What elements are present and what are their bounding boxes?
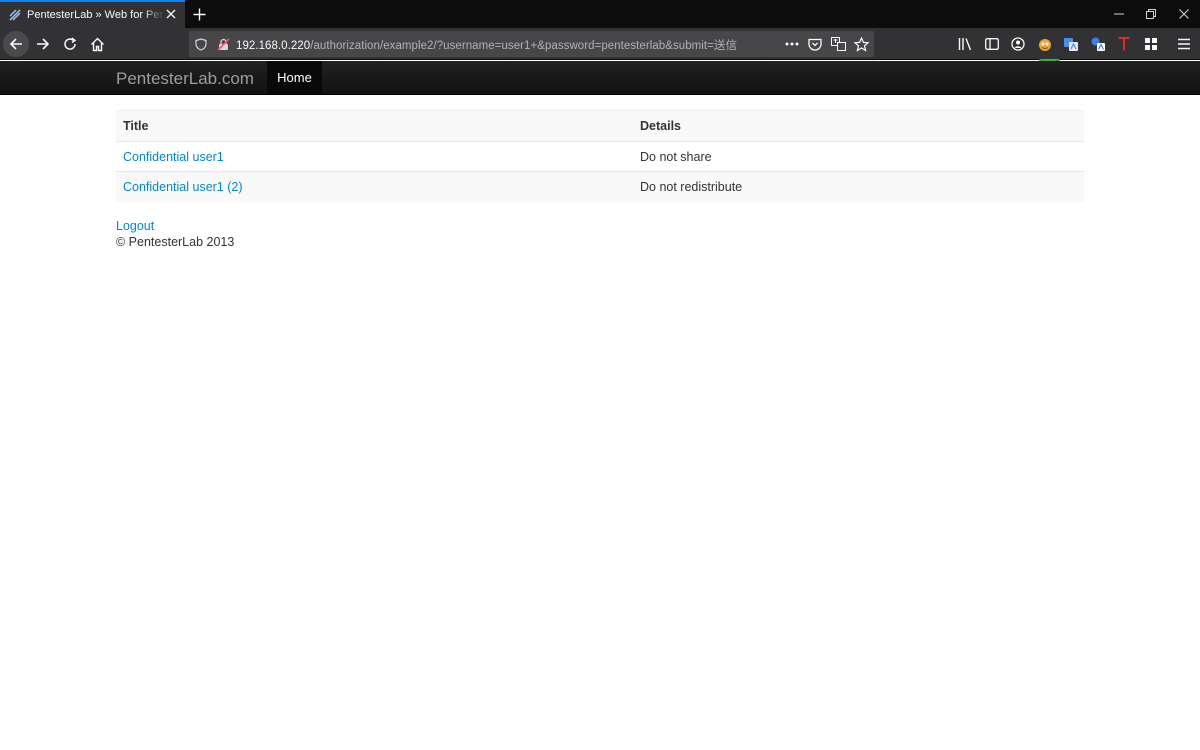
extensions-grid-icon[interactable] bbox=[1141, 34, 1161, 54]
minimize-icon[interactable] bbox=[1103, 0, 1135, 28]
reload-icon[interactable] bbox=[57, 31, 83, 57]
restore-icon[interactable] bbox=[1135, 0, 1167, 28]
close-window-icon[interactable] bbox=[1168, 0, 1200, 28]
table-row: Confidential user1 Do not share bbox=[116, 141, 1084, 172]
menu-icon[interactable] bbox=[1174, 34, 1194, 54]
document-link[interactable]: Confidential user1 bbox=[123, 150, 224, 164]
new-tab-icon[interactable] bbox=[190, 5, 208, 23]
logout-link[interactable]: Logout bbox=[116, 219, 154, 233]
tab-strip: PentesterLab » Web for Pentester bbox=[0, 0, 1200, 28]
url-path: /authorization/example2/?username=user1+… bbox=[310, 40, 737, 52]
table-cell-title: Confidential user1 (2) bbox=[116, 171, 633, 202]
browser-tab-active[interactable]: PentesterLab » Web for Pentester bbox=[0, 0, 185, 28]
table-cell-details: Do not redistribute bbox=[633, 171, 1084, 202]
shield-icon[interactable] bbox=[193, 36, 209, 52]
pentesterlab-favicon-icon bbox=[7, 7, 23, 23]
navigation-toolbar: 192.168.0.220/authorization/example2/?us… bbox=[0, 28, 1200, 68]
back-arrow-icon[interactable] bbox=[3, 31, 29, 57]
tab-title: PentesterLab » Web for Pentester bbox=[27, 9, 164, 21]
url-bar[interactable]: 192.168.0.220/authorization/example2/?us… bbox=[189, 31, 874, 57]
url-host: 192.168.0.220 bbox=[236, 40, 311, 52]
t-extension-icon[interactable] bbox=[1114, 34, 1134, 54]
bookmark-star-icon[interactable] bbox=[853, 36, 869, 52]
forward-arrow-icon[interactable] bbox=[30, 31, 56, 57]
table-cell-title: Confidential user1 bbox=[116, 141, 633, 172]
main-content: Title Details Confidential user1 Do not … bbox=[116, 110, 1084, 202]
document-link[interactable]: Confidential user1 (2) bbox=[123, 180, 243, 194]
table-header-row: Title Details bbox=[116, 110, 1084, 142]
translate-extension-icon[interactable] bbox=[1061, 34, 1081, 54]
insecure-lock-icon[interactable] bbox=[215, 36, 231, 52]
url-text: 192.168.0.220/authorization/example2/?us… bbox=[236, 37, 737, 53]
site-brand[interactable]: PentesterLab.com bbox=[116, 69, 254, 89]
nav-home-link[interactable]: Home bbox=[267, 61, 322, 94]
pocket-icon[interactable] bbox=[807, 36, 823, 52]
tampermonkey-extension-icon[interactable] bbox=[1035, 34, 1055, 54]
dictionary-extension-icon[interactable] bbox=[1088, 34, 1108, 54]
close-tab-icon[interactable] bbox=[164, 7, 178, 21]
page-actions-icon[interactable] bbox=[784, 36, 800, 52]
library-icon[interactable] bbox=[955, 34, 975, 54]
table-row: Confidential user1 (2) Do not redistribu… bbox=[116, 171, 1084, 202]
translate-icon[interactable] bbox=[830, 36, 846, 52]
column-header-title: Title bbox=[116, 110, 633, 142]
column-header-details: Details bbox=[633, 110, 1084, 142]
account-icon[interactable] bbox=[1008, 34, 1028, 54]
sidebar-icon[interactable] bbox=[982, 34, 1002, 54]
footer-copyright: © PentesterLab 2013 bbox=[116, 235, 235, 249]
site-navbar: PentesterLab.com Home bbox=[0, 61, 1200, 95]
documents-table: Title Details Confidential user1 Do not … bbox=[116, 110, 1084, 202]
home-icon[interactable] bbox=[84, 31, 110, 57]
table-cell-details: Do not share bbox=[633, 141, 1084, 172]
